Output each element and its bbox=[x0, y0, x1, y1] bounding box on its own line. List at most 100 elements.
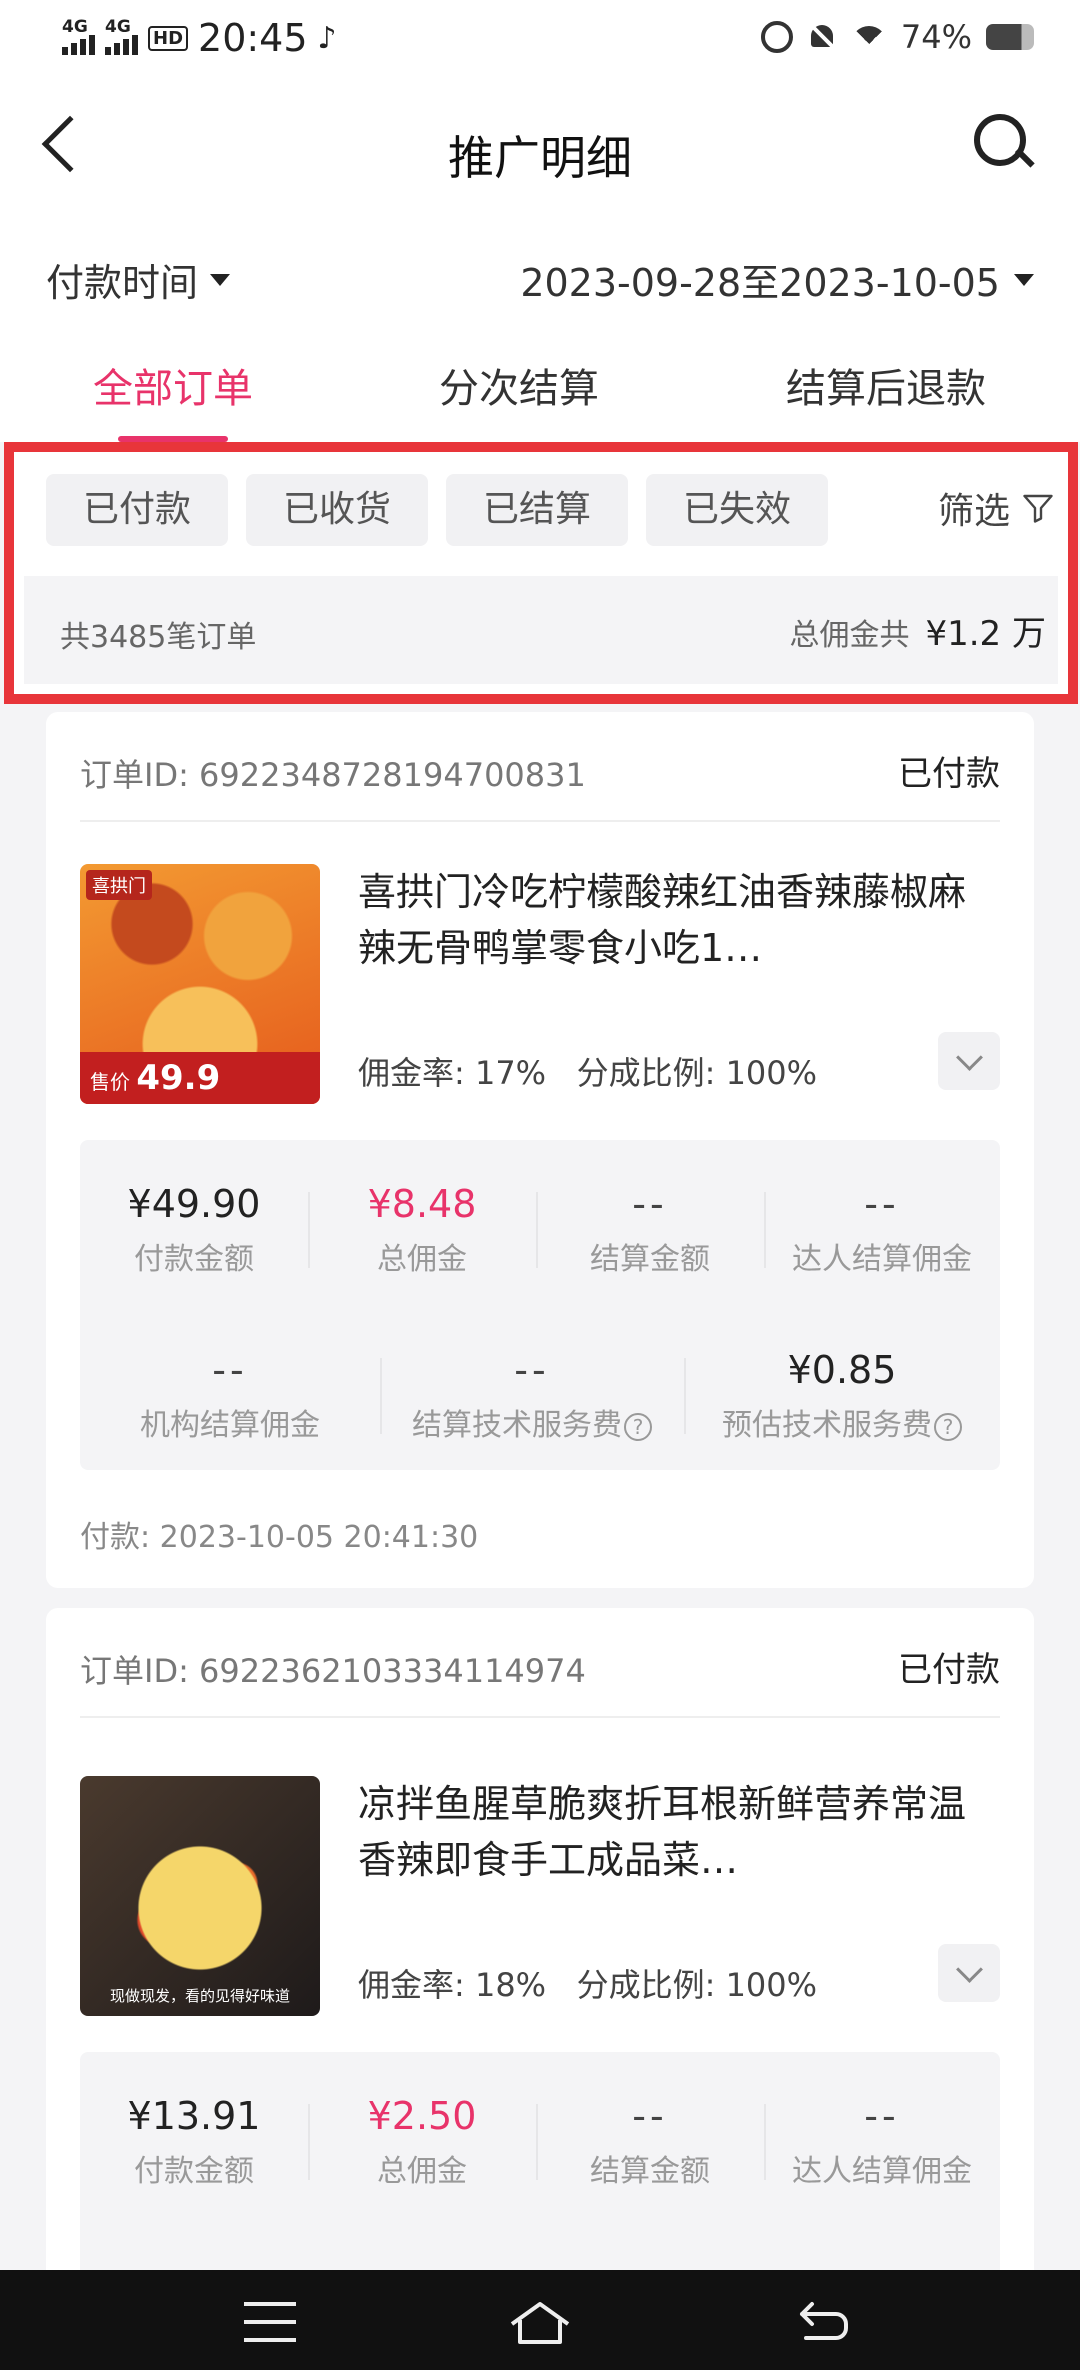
battery-percent: 74% bbox=[900, 18, 972, 56]
network-type-2: 4G bbox=[105, 17, 131, 37]
order-card[interactable]: 订单ID: 6922362103334114974 已付款 现做现发，看的见得好… bbox=[46, 1608, 1034, 2352]
stat-label: 机构结算佣金 bbox=[140, 1408, 320, 1443]
wifi-icon bbox=[850, 22, 887, 52]
order-status: 已付款 bbox=[898, 754, 1000, 794]
stat-influencer-commission: -- 达人结算佣金 bbox=[764, 1182, 1000, 1278]
back-nav-icon[interactable] bbox=[796, 2298, 850, 2346]
status-time: 20:45 bbox=[198, 16, 308, 60]
stat-total-commission: ¥8.48 总佣金 bbox=[308, 1182, 536, 1278]
chip-received[interactable]: 已收货 bbox=[246, 474, 428, 546]
order-card[interactable]: 订单ID: 6922348728194700831 已付款 喜拱门 售价 49.… bbox=[46, 712, 1034, 1588]
stat-agency-commission: -- 机构结算佣金 bbox=[80, 1348, 380, 1444]
tab-all-orders[interactable]: 全部订单 bbox=[0, 336, 346, 442]
caret-down-icon bbox=[1014, 273, 1034, 286]
stat-label: 结算金额 bbox=[590, 2154, 710, 2189]
stat-label: 达人结算佣金 bbox=[792, 2154, 972, 2189]
order-status: 已付款 bbox=[898, 1650, 1000, 1690]
split-ratio: 分成比例: 100% bbox=[576, 1054, 818, 1092]
order-id: 订单ID: 6922348728194700831 bbox=[80, 756, 586, 794]
stat-label: 付款金额 bbox=[134, 2154, 254, 2189]
product-image[interactable]: 现做现发，看的见得好味道 bbox=[80, 1776, 320, 2016]
stat-label: 结算技术服务费? bbox=[380, 1400, 684, 1444]
stat-total-commission: ¥2.50 总佣金 bbox=[308, 2094, 536, 2190]
order-tabs: 全部订单 分次结算 结算后退款 bbox=[0, 336, 1080, 442]
caret-down-icon bbox=[210, 273, 231, 286]
stat-label-text: 预估技术服务费 bbox=[722, 1408, 932, 1443]
stat-value: ¥8.48 bbox=[367, 1182, 477, 1226]
stat-estimated-service-fee: ¥0.85 预估技术服务费? bbox=[684, 1348, 1000, 1444]
payment-time: 付款: 2023-10-05 20:41:30 bbox=[80, 1520, 479, 1555]
time-type-label: 付款时间 bbox=[46, 261, 199, 305]
search-icon[interactable] bbox=[974, 114, 1030, 170]
chip-invalid[interactable]: 已失效 bbox=[646, 474, 828, 546]
signal-icon: 4G bbox=[62, 17, 95, 55]
alarm-icon bbox=[760, 21, 793, 53]
date-range-dropdown[interactable]: 2023-09-28至2023-10-05 bbox=[520, 252, 1034, 307]
price-value: 49.9 bbox=[136, 1058, 221, 1098]
stat-label: 总佣金 bbox=[377, 1242, 467, 1277]
stat-label: 结算金额 bbox=[590, 1242, 710, 1277]
total-commission-label: 总佣金共 bbox=[789, 618, 910, 653]
time-filter-row: 付款时间 2023-09-28至2023-10-05 bbox=[0, 216, 1080, 336]
product-brand-label: 喜拱门 bbox=[86, 870, 152, 900]
signal-icon-2: 4G bbox=[105, 17, 138, 55]
chip-settled[interactable]: 已结算 bbox=[446, 474, 628, 546]
commission-rate: 佣金率: 17% bbox=[358, 1054, 547, 1092]
page: 4G 4G HD 20:45 ♪ 74% 推广明细 付款时间 2023-09-2… bbox=[0, 0, 1080, 2370]
filter-label: 筛选 bbox=[937, 491, 1010, 532]
split-ratio: 分成比例: 100% bbox=[576, 1966, 818, 2004]
status-bar: 4G 4G HD 20:45 ♪ 74% bbox=[0, 0, 1080, 84]
stat-label: 付款金额 bbox=[134, 1242, 254, 1277]
network-type: 4G bbox=[62, 17, 88, 37]
chip-paid[interactable]: 已付款 bbox=[46, 474, 228, 546]
filter-button[interactable]: 筛选 bbox=[938, 482, 1056, 534]
stat-value: ¥0.85 bbox=[787, 1348, 897, 1392]
hd-voice-icon: HD bbox=[148, 25, 189, 51]
total-commission-amount: ¥1.2 万 bbox=[925, 614, 1046, 654]
stat-settlement-amount: -- 结算金额 bbox=[536, 1182, 764, 1278]
product-image-caption: 现做现发，看的见得好味道 bbox=[109, 1987, 290, 2005]
stat-settlement-service-fee: -- 结算技术服务费? bbox=[380, 1348, 684, 1444]
tab-split-settlement[interactable]: 分次结算 bbox=[346, 336, 692, 442]
stat-payment-amount: ¥49.90 付款金额 bbox=[80, 1182, 308, 1278]
funnel-icon bbox=[1020, 490, 1056, 526]
product-name[interactable]: 凉拌鱼腥草脆爽折耳根新鲜营养常温香辣即食手工成品菜… bbox=[358, 1776, 1000, 1888]
price-caption: 售价 bbox=[90, 1070, 130, 1094]
stat-value: -- bbox=[864, 1182, 900, 1226]
order-stats: ¥49.90 付款金额 ¥8.48 总佣金 -- 结算金额 -- 达人结算佣金 bbox=[80, 1140, 1000, 1470]
stat-payment-amount: ¥13.91 付款金额 bbox=[80, 2094, 308, 2190]
tiktok-icon: ♪ bbox=[317, 20, 337, 56]
tab-refund-after-settlement[interactable]: 结算后退款 bbox=[692, 336, 1080, 442]
stat-label-text: 结算技术服务费 bbox=[412, 1408, 622, 1443]
stat-settlement-amount: -- 结算金额 bbox=[536, 2094, 764, 2190]
menu-icon[interactable] bbox=[244, 2302, 296, 2342]
home-icon[interactable] bbox=[508, 2298, 572, 2346]
stat-value: -- bbox=[864, 2094, 900, 2138]
stat-value: ¥49.90 bbox=[127, 1182, 261, 1226]
commission-info: 佣金率: 17% 分成比例: 100% bbox=[358, 1048, 817, 1094]
stat-value: ¥2.50 bbox=[367, 2094, 477, 2138]
page-title: 推广明细 bbox=[448, 131, 632, 185]
status-filter-panel: 已付款 已收货 已结算 已失效 筛选 共3485笔订单 总佣金共 ¥1.2 万 bbox=[4, 442, 1078, 704]
time-type-dropdown[interactable]: 付款时间 bbox=[46, 252, 231, 307]
stat-value: ¥13.91 bbox=[127, 2094, 261, 2138]
stat-label: 预估技术服务费? bbox=[684, 1400, 1000, 1444]
chevron-down-icon[interactable] bbox=[938, 1032, 1000, 1090]
system-nav-bar bbox=[0, 2270, 1080, 2370]
stat-value: -- bbox=[632, 2094, 668, 2138]
commission-rate: 佣金率: 18% bbox=[358, 1966, 547, 2004]
battery-icon bbox=[986, 24, 1034, 50]
app-header: 推广明细 bbox=[0, 84, 1080, 216]
order-card-header: 订单ID: 6922348728194700831 已付款 bbox=[80, 712, 1000, 822]
product-price-label: 售价 49.9 bbox=[80, 1052, 320, 1104]
stat-value: -- bbox=[212, 1348, 248, 1392]
product-name[interactable]: 喜拱门冷吃柠檬酸辣红油香辣藤椒麻辣无骨鸭掌零食小吃1… bbox=[358, 864, 1000, 976]
mute-icon bbox=[807, 21, 837, 53]
date-range-label: 2023-09-28至2023-10-05 bbox=[520, 261, 1000, 305]
help-icon[interactable]: ? bbox=[934, 1412, 962, 1441]
stat-label: 达人结算佣金 bbox=[792, 1242, 972, 1277]
product-image[interactable]: 喜拱门 售价 49.9 bbox=[80, 864, 320, 1104]
help-icon[interactable]: ? bbox=[624, 1412, 652, 1441]
chevron-down-icon[interactable] bbox=[938, 1944, 1000, 2002]
stat-influencer-commission: -- 达人结算佣金 bbox=[764, 2094, 1000, 2190]
